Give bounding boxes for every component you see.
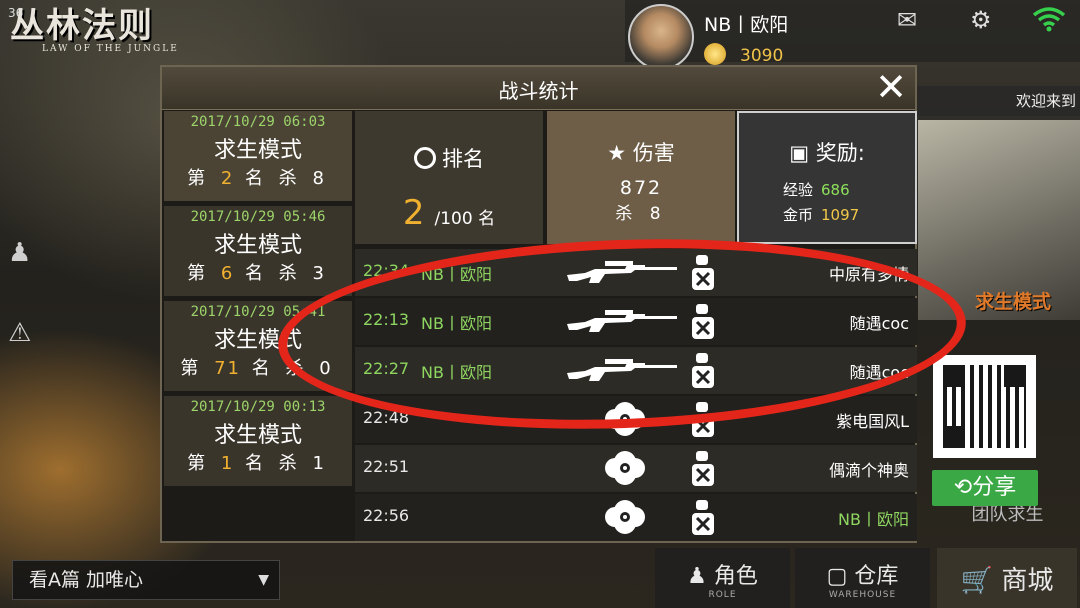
sniper-rifle-icon [567, 310, 677, 332]
shop-label: 商城 [1001, 566, 1054, 596]
warehouse-sublabel: WAREHOUSE [828, 590, 897, 600]
match-item[interactable]: 2017/10/29 05:46 求生模式 第 6 名 杀 3 [164, 206, 352, 299]
game-logo: 丛林法则 LAW OF THE JUNGLE [10, 6, 179, 54]
cart-icon: 🛒 [960, 566, 994, 596]
box-icon: ▢ [826, 564, 848, 589]
rank-icon [414, 147, 436, 169]
share-icon: ⟲ [953, 475, 973, 500]
feed-row: 22:27 NB丨欧阳 随遇coc [355, 347, 917, 394]
alert-icon[interactable]: ⚠ [8, 318, 31, 348]
exp-value: 686 [821, 181, 850, 199]
frame-number: 36 [8, 6, 24, 20]
rank-title: 排名 [442, 147, 484, 171]
match-item[interactable]: 2017/10/29 05:41 求生模式 第 71 名 杀 0 [164, 301, 352, 394]
poison-gas-icon [605, 402, 645, 436]
qr-code [933, 355, 1036, 458]
skull-victim-icon [692, 402, 714, 437]
rank-value: 2 [402, 193, 425, 233]
sniper-rifle-icon [567, 261, 677, 283]
friends-icon[interactable]: ♟ [8, 238, 31, 268]
role-label: 角色 [713, 564, 758, 589]
coin-icon [704, 43, 726, 65]
rank-card: 排名 2/100 名 [355, 111, 543, 244]
damage-kills: 杀 8 [615, 204, 667, 224]
dialog-title: 战斗统计 [498, 79, 579, 103]
damage-card: ★ 伤害 872 杀 8 [547, 111, 735, 244]
feed-row: 22:48 紫电国风L [355, 396, 917, 443]
role-button[interactable]: ♟ 角色 ROLE [655, 548, 790, 608]
rank-total: /100 名 [434, 209, 496, 229]
feed-row: 22:34 NB丨欧阳 中原有多情 [355, 249, 917, 296]
skull-victim-icon [692, 451, 714, 486]
reward-title: 奖励: [815, 141, 865, 165]
skull-victim-icon [692, 500, 714, 535]
poison-gas-icon [605, 500, 645, 534]
player-name: NB丨欧阳 [704, 14, 789, 36]
chat-box[interactable]: 看A篇 加唯心 ▼ [12, 560, 280, 600]
kill-feed[interactable]: 22:34 NB丨欧阳 中原有多情 22:13 NB丨欧阳 随遇coc 22:2… [355, 249, 917, 541]
mode-tag: 求生模式 [975, 291, 1052, 313]
warehouse-button[interactable]: ▢ 仓库 WAREHOUSE [795, 548, 930, 608]
person-icon: ♟ [687, 564, 707, 589]
sniper-rifle-icon [567, 359, 677, 381]
medal-icon: ★ [607, 141, 627, 165]
match-item[interactable]: 2017/10/29 06:03 求生模式 第 2 名 杀 8 [164, 111, 352, 204]
chat-text: 看A篇 加唯心 [29, 569, 144, 591]
chevron-down-icon[interactable]: ▼ [258, 561, 269, 599]
feed-row: 22:51 偶滴个神奥 [355, 445, 917, 492]
battle-stats-dialog: 战斗统计 ✕ 2017/10/29 06:03 求生模式 第 2 名 杀 8 2… [160, 65, 917, 543]
damage-title: 伤害 [632, 141, 675, 165]
match-item[interactable]: 2017/10/29 00:13 求生模式 第 1 名 杀 1 [164, 396, 352, 489]
share-button[interactable]: ⟲分享 [932, 470, 1038, 506]
skull-victim-icon [692, 304, 714, 339]
reward-card: ▣ 奖励: 经验 686 金币 1097 [737, 111, 917, 244]
coin-count: 3090 [740, 46, 784, 66]
wifi-icon [1032, 6, 1066, 38]
poison-gas-icon [605, 451, 645, 485]
role-sublabel: ROLE [708, 590, 737, 600]
mail-icon[interactable]: ✉ [897, 6, 917, 34]
welcome-banner: 欢迎来到 [915, 86, 1080, 116]
damage-value: 872 [619, 177, 663, 199]
avatar[interactable] [628, 4, 694, 70]
warehouse-label: 仓库 [854, 564, 899, 589]
share-label: 分享 [972, 475, 1017, 500]
gift-icon: ▣ [789, 141, 810, 165]
feed-row: 22:13 NB丨欧阳 随遇coc [355, 298, 917, 345]
skull-victim-icon [692, 255, 714, 290]
shop-button[interactable]: 🛒 商城 [937, 548, 1077, 608]
skull-victim-icon [692, 353, 714, 388]
dialog-header: 战斗统计 ✕ [162, 65, 915, 110]
gear-icon[interactable]: ⚙ [970, 6, 992, 34]
feed-row: 22:56 NB丨欧阳 [355, 494, 917, 541]
close-icon[interactable]: ✕ [869, 65, 913, 109]
gold-value: 1097 [821, 206, 860, 224]
